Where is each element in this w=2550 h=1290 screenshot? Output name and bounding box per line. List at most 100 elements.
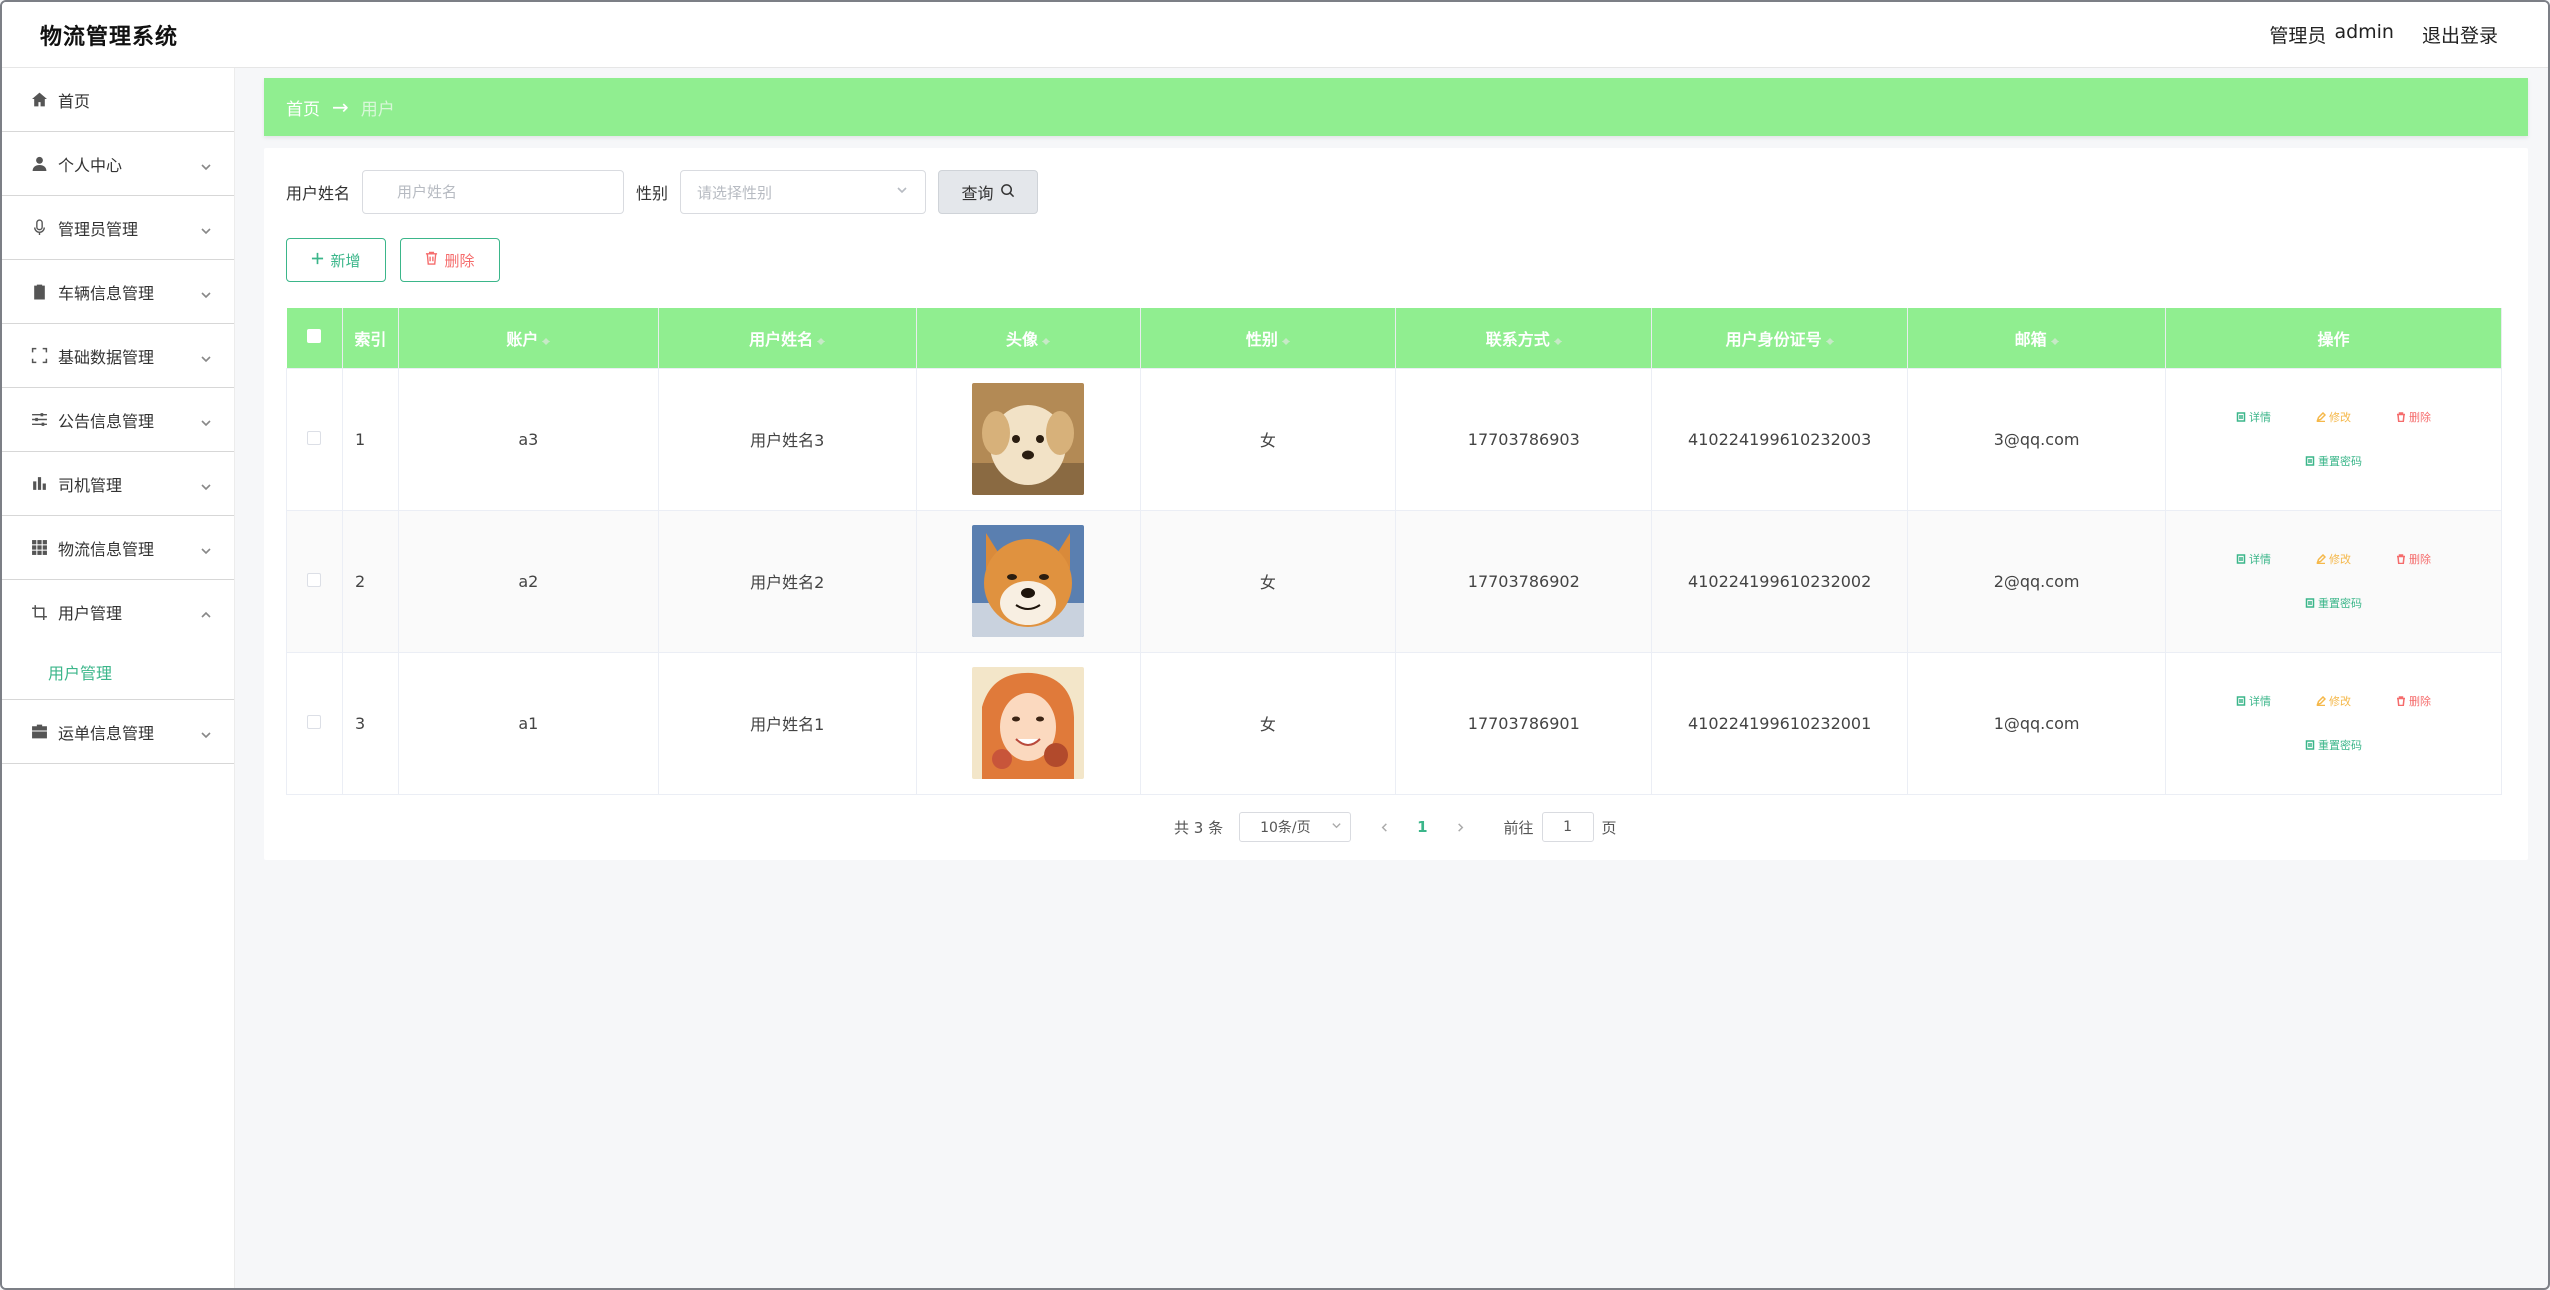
avatar-woman-image[interactable] [972,667,1085,779]
chevron-down-icon [200,350,212,363]
detail-label: 详情 [2249,695,2271,708]
prev-page-button[interactable] [1369,812,1399,842]
chevron-down-icon [200,478,212,491]
column-header-gender[interactable]: 性别 [1140,308,1397,368]
goto-page-input[interactable] [1541,812,1594,842]
sidebar-item-basic-data[interactable]: 基础数据管理 [2,324,234,388]
delete-button[interactable]: 删除 [400,238,500,282]
user-icon [30,155,48,173]
sidebar-item-admins[interactable]: 管理员管理 [2,196,234,260]
sort-icon[interactable] [817,333,826,347]
sidebar-item-users[interactable]: 用户管理 [2,580,234,644]
cell-ops: 详情 修改 删除 重置密码 [2165,367,2502,511]
detail-label: 详情 [2249,553,2271,566]
reset-password-button[interactable]: 重置密码 [2214,737,2454,753]
sidebar-item-profile[interactable]: 个人中心 [2,132,234,196]
page-size-select[interactable]: 10条/页 [1239,812,1352,842]
crop-icon [30,603,48,621]
sidebar-item-waybills[interactable]: 运单信息管理 [2,700,234,764]
sidebar-item-vehicles[interactable]: 车辆信息管理 [2,260,234,324]
column-header-id-card[interactable]: 用户身份证号 [1651,308,1909,368]
breadcrumb-home-link[interactable]: 首页 [286,95,320,120]
current-user: 管理员 admin [2269,21,2394,48]
grid-icon [30,539,48,557]
query-button[interactable]: 查询 [938,170,1039,214]
detail-button[interactable]: 详情 [2214,693,2294,709]
sidebar-item-home[interactable]: 首页 [2,68,234,132]
sidebar-item-notices[interactable]: 公告信息管理 [2,388,234,452]
sort-icon[interactable] [1042,333,1051,347]
cell-account: a1 [397,651,659,795]
cell-id-card: 410224199610232003 [1651,367,1909,511]
cell-index: 1 [341,367,399,511]
remove-label: 删除 [2409,411,2431,424]
remove-button[interactable]: 删除 [2374,693,2454,709]
document-icon [2236,696,2246,706]
cell-index: 2 [341,509,399,653]
cell-name: 用户姓名2 [657,509,917,653]
column-header-phone[interactable]: 联系方式 [1395,308,1653,368]
search-icon [1000,183,1015,202]
sort-icon[interactable] [1553,333,1562,347]
reset-password-button[interactable]: 重置密码 [2214,595,2454,611]
next-page-button[interactable] [1446,812,1476,842]
edit-label: 修改 [2329,553,2351,566]
row-checkbox[interactable] [307,572,322,587]
briefcase-icon [30,723,48,741]
submenu-item-user-management[interactable]: 用户管理 [2,644,234,700]
sort-icon[interactable] [2050,333,2059,347]
top-header: 物流管理系统 管理员 admin 退出登录 [2,2,2548,68]
avatar-puppy-image[interactable] [972,383,1085,495]
edit-button[interactable]: 修改 [2294,551,2374,567]
column-header-label: 头像 [1006,329,1039,349]
document-icon [2305,598,2315,608]
cell-id-card: 410224199610232001 [1651,651,1909,795]
cell-avatar [915,651,1141,795]
trash-icon [2397,696,2405,706]
column-header-email[interactable]: 邮箱 [1907,308,2166,368]
detail-button[interactable]: 详情 [2214,409,2294,425]
app-title: 物流管理系统 [40,24,179,50]
edit-button[interactable]: 修改 [2294,409,2374,425]
select-all-checkbox[interactable] [307,329,322,344]
avatar-shiba-image[interactable] [972,525,1085,637]
page-number-current[interactable]: 1 [1417,818,1427,836]
sort-icon[interactable] [1825,333,1834,347]
name-filter-label: 用户姓名 [286,184,351,203]
row-checkbox-cell [286,651,343,795]
sidebar-item-drivers[interactable]: 司机管理 [2,452,234,516]
cell-ops: 详情 修改 删除 重置密码 [2165,509,2502,653]
column-header-ops: 操作 [2165,308,2502,368]
sidebar-item-label: 公告信息管理 [58,411,155,431]
page-size-value: 10条/页 [1260,820,1311,836]
reset-password-label: 重置密码 [2318,739,2362,752]
sort-icon[interactable] [542,333,551,347]
row-checkbox[interactable] [307,430,322,445]
header-user-area: 管理员 admin 退出登录 [2269,21,2498,48]
fullscreen-icon [30,347,48,365]
home-icon [30,91,48,109]
column-header-name[interactable]: 用户姓名 [658,308,917,368]
edit-button[interactable]: 修改 [2294,693,2374,709]
remove-button[interactable]: 删除 [2374,551,2454,567]
trash-icon [2397,412,2405,422]
document-icon [2305,456,2315,466]
remove-button[interactable]: 删除 [2374,409,2454,425]
gender-select[interactable]: 请选择性别 [680,170,927,214]
column-header-avatar[interactable]: 头像 [916,308,1141,368]
goto-page: 前往 页 [1504,812,1617,842]
detail-button[interactable]: 详情 [2214,551,2294,567]
cell-phone: 17703786903 [1395,367,1653,511]
logout-link[interactable]: 退出登录 [2422,21,2498,48]
sort-icon[interactable] [1281,333,1290,347]
user-role: 管理员 [2269,25,2327,47]
column-header-account[interactable]: 账户 [398,308,659,368]
row-checkbox[interactable] [307,714,322,729]
row-actions: 详情 修改 删除 重置密码 [2214,409,2454,469]
sidebar-item-logistics[interactable]: 物流信息管理 [2,516,234,580]
add-button[interactable]: 新增 [286,238,386,282]
cell-avatar [915,509,1141,653]
cell-gender: 女 [1139,651,1397,795]
name-search-input[interactable] [362,170,625,214]
reset-password-button[interactable]: 重置密码 [2214,453,2454,469]
